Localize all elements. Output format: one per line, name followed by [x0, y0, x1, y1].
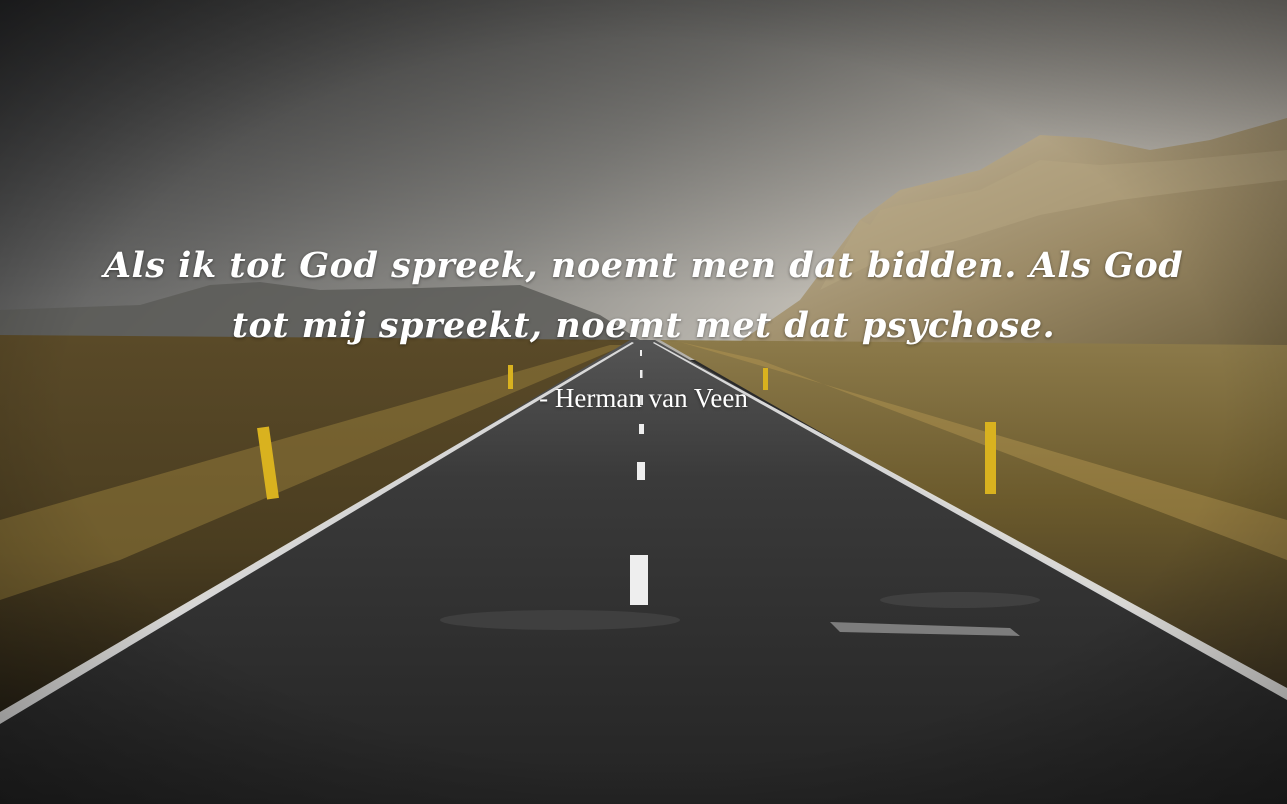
- quote-author: - Herman van Veen: [539, 383, 748, 413]
- quote-image: Als ik tot God spreek, noemt men dat bid…: [0, 0, 1287, 804]
- quote-text: Als ik tot God spreek, noemt men dat bid…: [103, 245, 1184, 346]
